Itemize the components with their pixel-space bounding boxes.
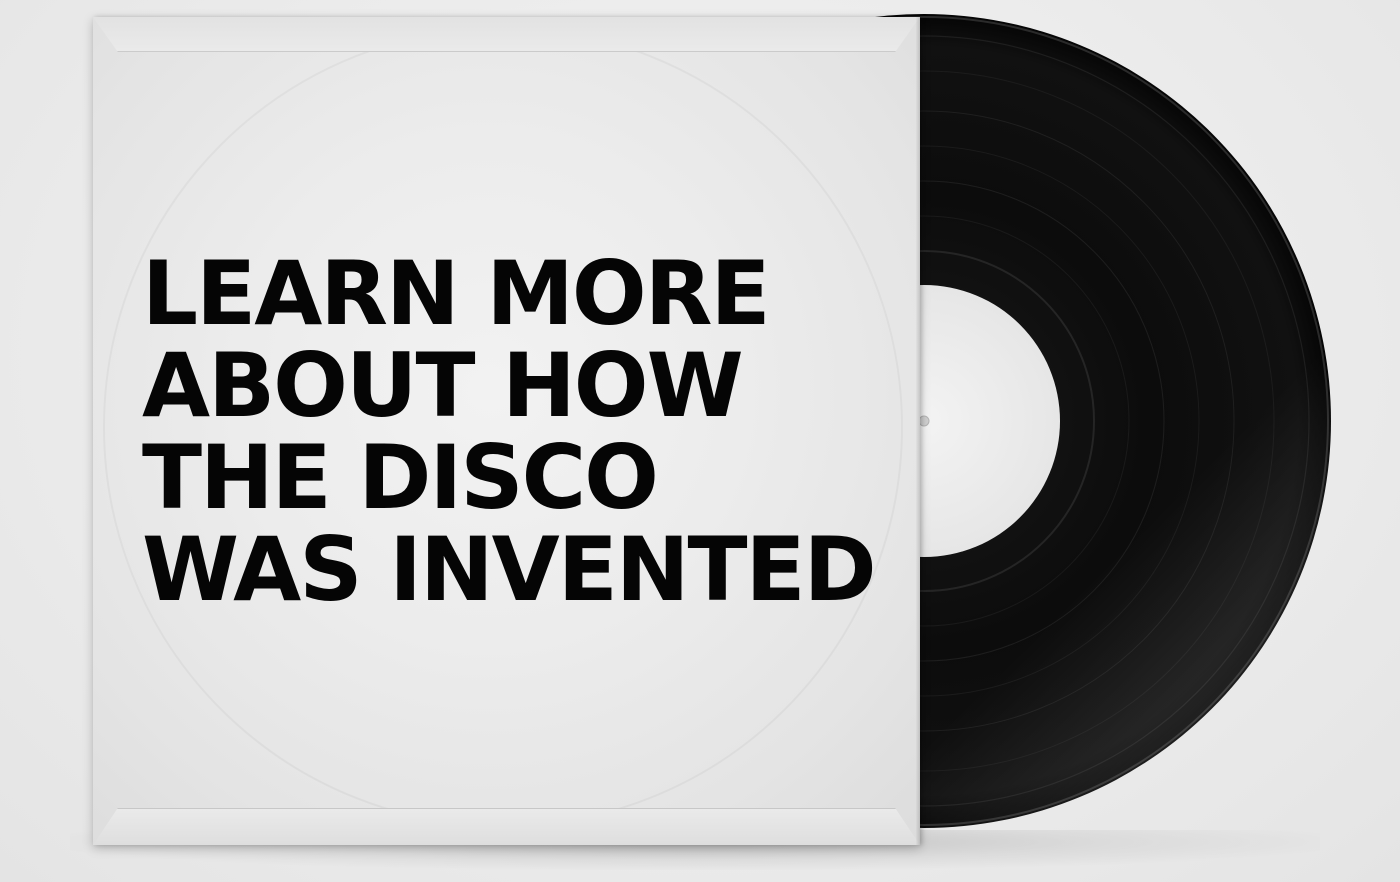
record-sleeve-scene: LEARN MORE ABOUT HOW THE DISCO WAS INVEN… bbox=[0, 0, 1400, 882]
headline-line: ABOUT HOW bbox=[142, 334, 744, 437]
headline: LEARN MORE ABOUT HOW THE DISCO WAS INVEN… bbox=[142, 242, 877, 621]
sleeve-flap-top bbox=[93, 17, 920, 52]
headline-line: LEARN MORE bbox=[142, 242, 771, 345]
headline-line: WAS INVENTED bbox=[142, 518, 877, 621]
sleeve-opening-edge bbox=[916, 17, 920, 845]
headline-line: THE DISCO bbox=[142, 426, 659, 529]
sleeve-flap-bottom bbox=[93, 808, 920, 845]
spindle-hole bbox=[918, 415, 930, 427]
